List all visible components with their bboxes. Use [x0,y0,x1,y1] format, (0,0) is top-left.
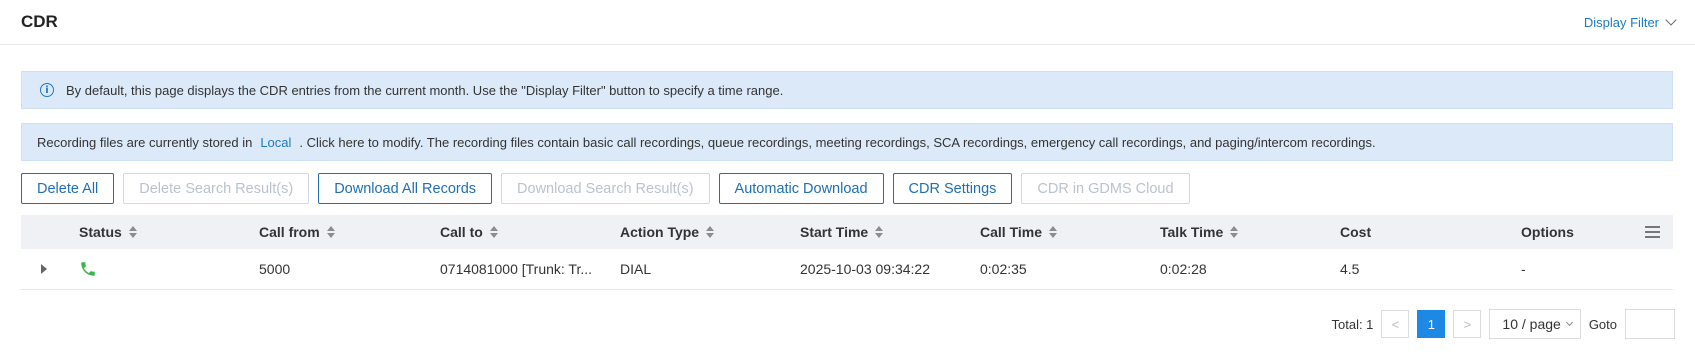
cell-call-time: 0:02:35 [980,261,1027,277]
prev-page-button[interactable]: < [1381,310,1410,338]
automatic-download-button[interactable]: Automatic Download [718,173,884,204]
column-options-label: Options [1521,224,1574,240]
column-talk-time-label: Talk Time [1160,224,1224,240]
cell-action-type: DIAL [620,261,652,277]
pagination: Total: 1 < 1 > 10 / page Goto [1331,309,1675,339]
sort-icon [489,226,498,238]
column-call-time[interactable]: Call Time [980,224,1057,240]
column-talk-time[interactable]: Talk Time [1160,224,1239,240]
cell-cost: 4.5 [1340,261,1360,277]
sort-icon [1049,226,1057,238]
display-filter-button[interactable]: Display Filter [1583,14,1677,30]
sort-icon [1230,226,1239,238]
goto-page-input[interactable] [1625,309,1675,339]
column-call-to[interactable]: Call to [440,224,498,240]
recording-storage-notice[interactable]: Recording files are currently stored in … [21,123,1673,161]
recording-location-link[interactable]: Local [260,135,291,150]
column-cost: Cost [1340,224,1371,240]
column-call-from-label: Call from [259,224,320,240]
cell-call-to: 0714081000 [Trunk: Tr... [440,261,593,277]
page-title: CDR [21,12,58,31]
sort-icon [128,226,137,238]
cell-call-from: 5000 [259,261,291,277]
cdr-settings-button[interactable]: CDR Settings [892,173,1013,204]
chevron-down-icon [1565,318,1573,327]
column-start-time-label: Start Time [800,224,869,240]
cell-start-time: 2025-10-03 09:34:22 [800,261,930,277]
sort-icon [875,226,884,238]
page-1-button[interactable]: 1 [1417,310,1446,338]
info-icon: i [40,83,54,97]
delete-search-results-button[interactable]: Delete Search Result(s) [123,173,310,204]
download-all-records-button[interactable]: Download All Records [318,173,493,204]
column-action-type[interactable]: Action Type [620,224,715,240]
column-call-time-label: Call Time [980,224,1042,240]
table-header: Status Call from Call to Action Type Sta… [21,215,1673,249]
delete-all-button[interactable]: Delete All [21,173,115,204]
column-options: Options [1521,224,1574,240]
column-status[interactable]: Status [79,224,137,240]
page-size-select[interactable]: 10 / page [1489,309,1581,339]
total-count: Total: 1 [1331,316,1374,332]
display-filter-label: Display Filter [1583,14,1659,30]
phone-answered-icon [79,260,97,278]
cdr-gdms-cloud-button[interactable]: CDR in GDMS Cloud [1021,173,1190,204]
cell-talk-time: 0:02:28 [1160,261,1207,277]
sort-icon [326,226,335,238]
column-call-from[interactable]: Call from [259,224,335,240]
page-header: CDR Display Filter [0,0,1695,45]
table-row[interactable]: 5000 0714081000 [Trunk: Tr... DIAL 2025-… [21,249,1673,290]
column-action-type-label: Action Type [620,224,700,240]
expand-row-icon[interactable] [41,264,47,274]
chevron-down-icon [1665,14,1677,26]
column-call-to-label: Call to [440,224,483,240]
goto-label: Goto [1588,316,1617,332]
column-start-time[interactable]: Start Time [800,224,884,240]
cdr-toolbar: Delete All Delete Search Result(s) Downl… [21,173,1190,204]
cell-options: - [1521,261,1526,277]
recording-suffix-text: . Click here to modify. The recording fi… [299,134,1376,150]
recording-prefix-text: Recording files are currently stored in [37,134,253,150]
page-size-value: 10 / page [1502,316,1561,332]
next-page-button[interactable]: > [1453,310,1482,338]
column-cost-label: Cost [1340,224,1372,240]
download-search-results-button[interactable]: Download Search Result(s) [501,173,710,204]
default-range-text: By default, this page displays the CDR e… [66,82,784,98]
default-range-notice: i By default, this page displays the CDR… [21,71,1673,109]
column-status-label: Status [79,224,122,240]
cdr-table: Status Call from Call to Action Type Sta… [21,215,1673,290]
sort-icon [706,226,715,238]
column-menu-icon[interactable] [1645,226,1660,238]
